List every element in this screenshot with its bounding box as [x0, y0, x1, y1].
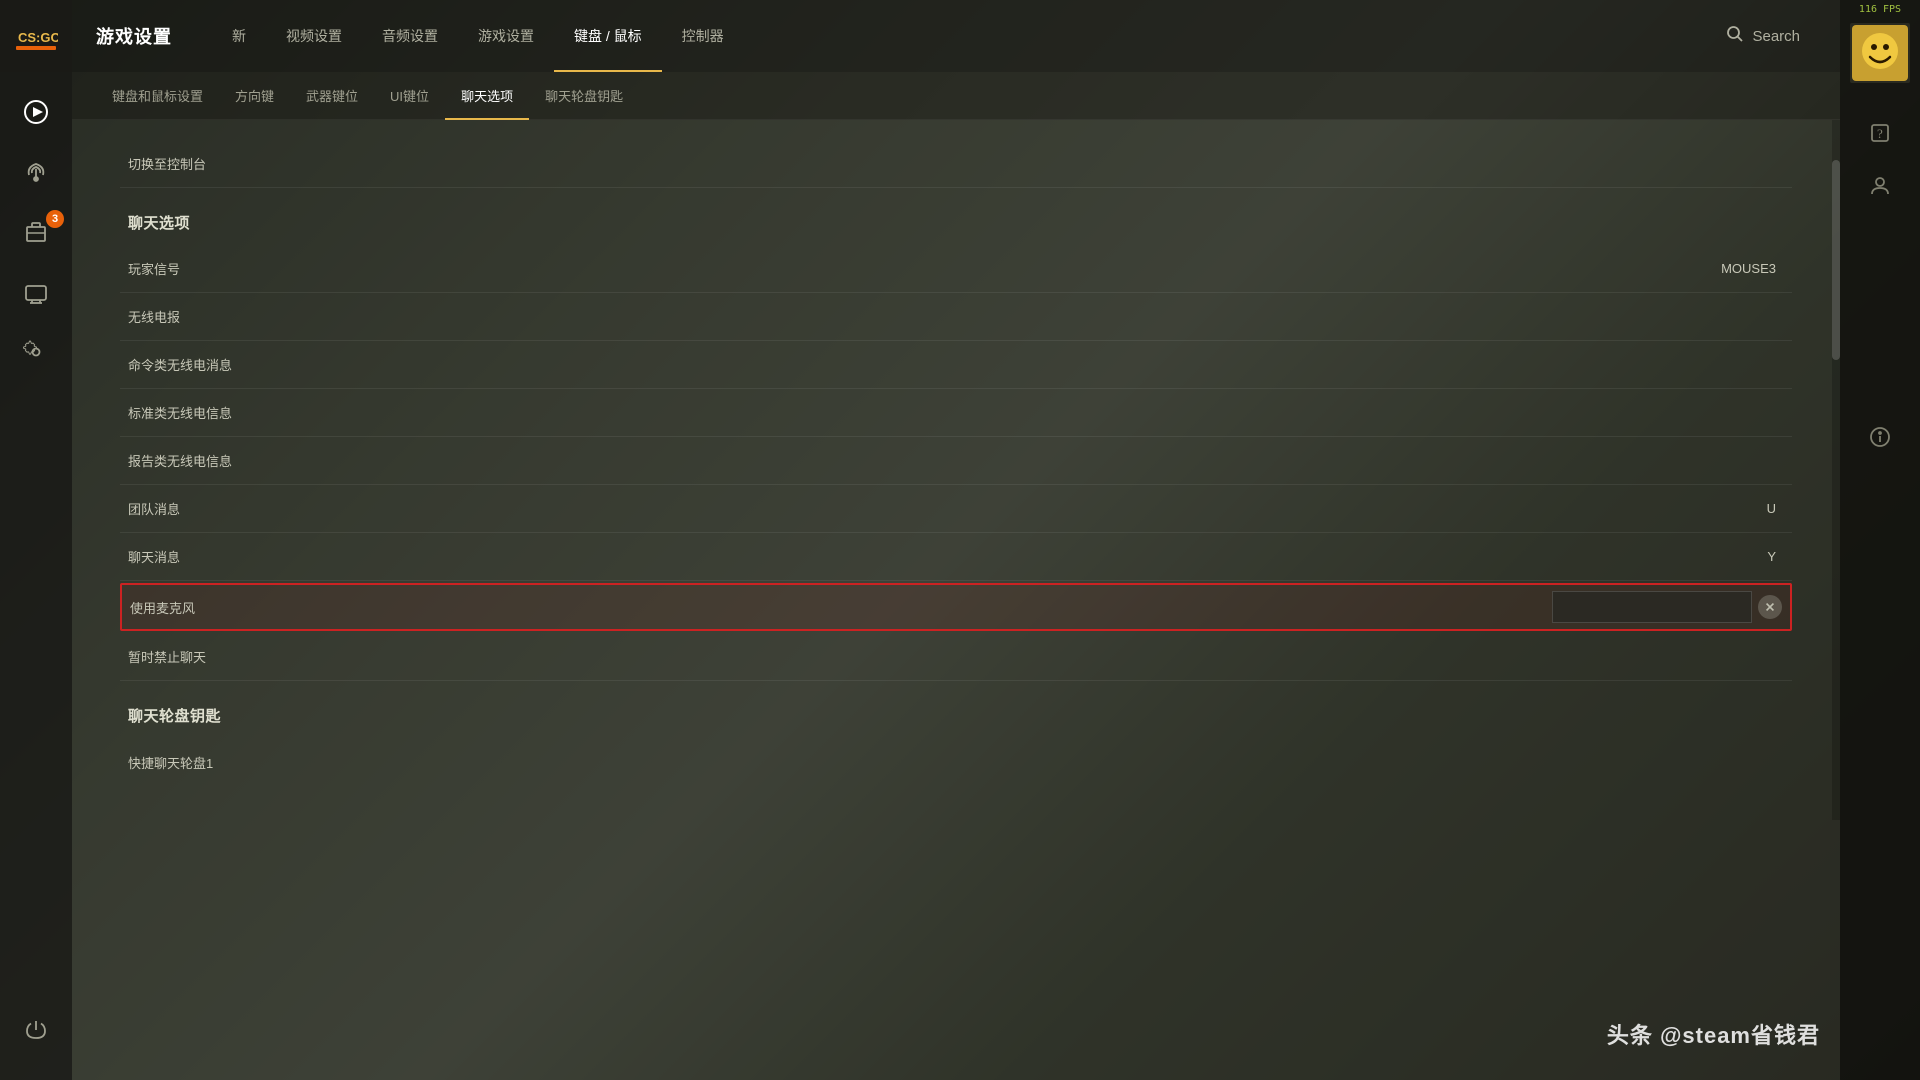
sub-nav-kb-settings[interactable]: 键盘和鼠标设置 [96, 72, 219, 120]
radio-label: 无线电报 [128, 307, 1584, 326]
top-nav-new[interactable]: 新 [212, 0, 266, 72]
top-nav-game[interactable]: 游戏设置 [458, 0, 554, 72]
watermark: 头条 @steam省钱君 [1607, 1018, 1820, 1050]
chat-msg-label: 聊天消息 [128, 547, 1584, 566]
sub-nav-chat-wheel[interactable]: 聊天轮盘钥匙 [529, 72, 639, 120]
search-label[interactable]: Search [1752, 28, 1800, 45]
sub-nav-ui-keys[interactable]: UI键位 [374, 72, 445, 120]
sidebar: CS:GO [0, 0, 72, 1080]
report-radio-label: 报告类无线电信息 [128, 451, 1584, 470]
sub-navigation: 键盘和鼠标设置 方向键 武器键位 UI键位 聊天选项 聊天轮盘钥匙 [72, 72, 1840, 120]
sub-nav-direction[interactable]: 方向键 [219, 72, 290, 120]
setting-row-team-msg: 团队消息 U [120, 485, 1792, 533]
scrollbar-track[interactable] [1832, 120, 1840, 820]
sidebar-item-tv[interactable] [0, 262, 72, 322]
setting-row-mute-chat: 暂时禁止聊天 [120, 633, 1792, 681]
right-panel-help[interactable]: ? [1844, 107, 1916, 159]
csgo-logo-icon: CS:GO [14, 14, 58, 58]
chat-options-title: 聊天选项 [120, 188, 1792, 245]
sidebar-item-power[interactable] [0, 1000, 72, 1060]
sub-nav-chat-options[interactable]: 聊天选项 [445, 72, 529, 120]
setting-row-use-mic: 使用麦克风 [120, 583, 1792, 631]
settings-section: 切换至控制台 聊天选项 玩家信号 MOUSE3 无线电报 命令类无线电消息 [72, 120, 1840, 806]
user-avatar[interactable] [1850, 23, 1910, 83]
right-panel-info[interactable] [1844, 411, 1916, 463]
setting-row-chat-msg: 聊天消息 Y [120, 533, 1792, 581]
std-radio-label: 标准类无线电信息 [128, 403, 1584, 422]
setting-row-radio: 无线电报 [120, 293, 1792, 341]
app-logo: CS:GO [0, 0, 72, 72]
main-content: 游戏设置 新 视频设置 音频设置 游戏设置 键盘 / 鼠标 控制器 Search… [72, 0, 1840, 1080]
use-mic-input-wrap [1552, 591, 1782, 623]
player-signal-value: MOUSE3 [1584, 261, 1784, 276]
setting-row-quick-wheel1: 快捷聊天轮盘1 [120, 738, 1792, 786]
team-msg-value: U [1584, 501, 1784, 516]
setting-row-player-signal: 玩家信号 MOUSE3 [120, 245, 1792, 293]
setting-row-report-radio: 报告类无线电信息 [120, 437, 1792, 485]
top-navigation: 新 视频设置 音频设置 游戏设置 键盘 / 鼠标 控制器 [212, 0, 1710, 72]
top-nav-video[interactable]: 视频设置 [266, 0, 362, 72]
use-mic-key-input[interactable] [1552, 591, 1752, 623]
team-msg-label: 团队消息 [128, 499, 1584, 518]
use-mic-clear-button[interactable] [1758, 595, 1782, 619]
search-area[interactable]: Search [1710, 25, 1816, 48]
content-area: 切换至控制台 聊天选项 玩家信号 MOUSE3 无线电报 命令类无线电消息 [72, 120, 1840, 1080]
sidebar-item-play[interactable] [0, 82, 72, 142]
search-icon [1726, 25, 1744, 48]
top-nav-audio[interactable]: 音频设置 [362, 0, 458, 72]
right-panel-profile[interactable] [1844, 159, 1916, 211]
sidebar-navigation: 3 [0, 72, 72, 1000]
sidebar-item-inventory[interactable]: 3 [0, 202, 72, 262]
svg-text:?: ? [1877, 126, 1883, 141]
top-nav-keyboard[interactable]: 键盘 / 鼠标 [554, 0, 662, 72]
scrollbar-thumb[interactable] [1832, 160, 1840, 360]
header: 游戏设置 新 视频设置 音频设置 游戏设置 键盘 / 鼠标 控制器 Search [72, 0, 1840, 72]
quick-wheel1-label: 快捷聊天轮盘1 [128, 753, 1584, 772]
sub-nav-weapon-keys[interactable]: 武器键位 [290, 72, 374, 120]
inventory-badge: 3 [46, 210, 64, 228]
sidebar-item-antenna[interactable] [0, 142, 72, 202]
use-mic-label: 使用麦克风 [130, 598, 1552, 617]
setting-row-cmd-radio: 命令类无线电消息 [120, 341, 1792, 389]
setting-row-std-radio: 标准类无线电信息 [120, 389, 1792, 437]
svg-text:CS:GO: CS:GO [18, 30, 58, 45]
top-nav-controller[interactable]: 控制器 [662, 0, 744, 72]
right-panel: 116 FPS ? [1840, 0, 1920, 1080]
page-title: 游戏设置 [96, 23, 172, 49]
sidebar-bottom [0, 1000, 72, 1080]
mute-chat-label: 暂时禁止聊天 [128, 647, 1584, 666]
sidebar-item-settings[interactable] [0, 322, 72, 382]
chat-msg-value: Y [1584, 549, 1784, 564]
cmd-radio-label: 命令类无线电消息 [128, 355, 1584, 374]
fps-counter: 116 FPS [1859, 0, 1901, 19]
player-signal-label: 玩家信号 [128, 259, 1584, 278]
cut-row-label: 切换至控制台 [128, 154, 1584, 173]
cut-row: 切换至控制台 [120, 140, 1792, 188]
chat-wheel-title: 聊天轮盘钥匙 [120, 681, 1792, 738]
